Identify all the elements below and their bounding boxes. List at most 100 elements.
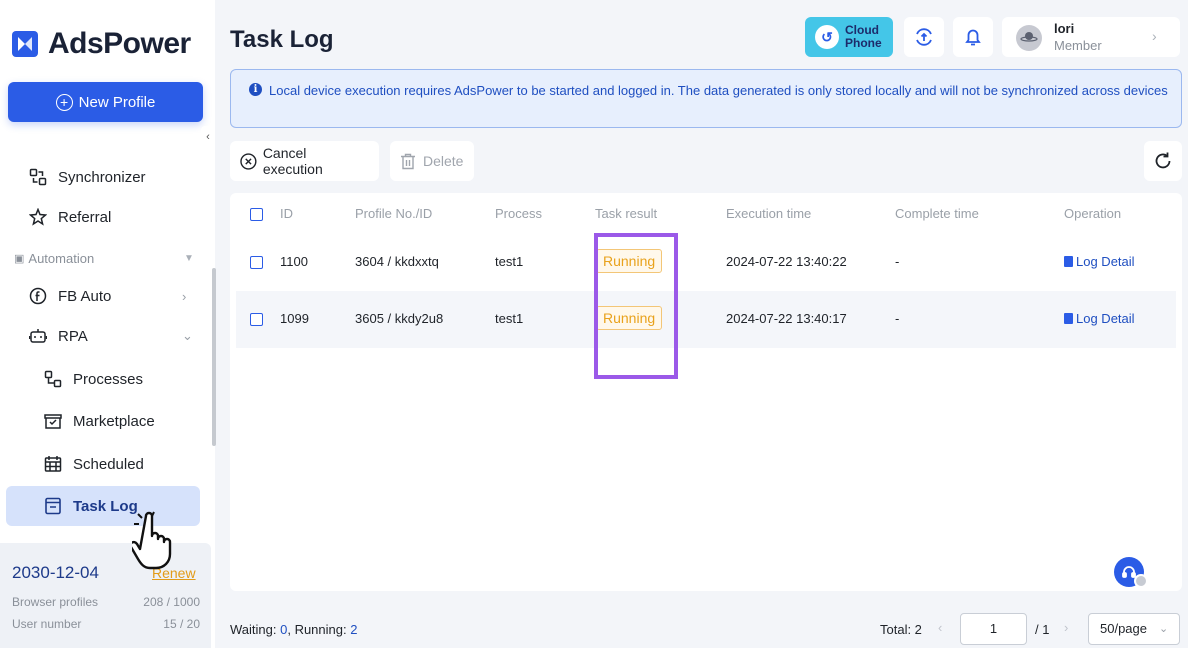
column-header-execution-time[interactable]: Execution time	[726, 206, 811, 221]
adspower-logo-icon	[12, 31, 38, 57]
sidebar-item-referral[interactable]: Referral	[28, 205, 111, 229]
cell-id: 1099	[280, 311, 309, 326]
running-label: , Running:	[287, 622, 347, 637]
pager-prev-button[interactable]: ‹	[938, 620, 942, 635]
row-checkbox[interactable]	[250, 256, 263, 269]
sidebar-item-label: RPA	[58, 327, 88, 345]
cell-profile: 3605 / kkdy2u8	[355, 311, 444, 326]
app-logo[interactable]: AdsPower	[12, 26, 191, 62]
cell-process: test1	[495, 254, 524, 269]
cell-execution-time: 2024-07-22 13:40:17	[726, 311, 847, 326]
cell-execution-time: 2024-07-22 13:40:22	[726, 254, 847, 269]
sidebar-item-label: FB Auto	[58, 287, 112, 305]
cancel-execution-button[interactable]: Cancel execution	[230, 141, 379, 181]
marketplace-icon	[43, 411, 63, 431]
user-menu[interactable]: lori Member ›	[1002, 17, 1180, 57]
pager-total-pages: / 1	[1035, 622, 1050, 637]
collapse-sidebar-button[interactable]: ‹	[201, 126, 215, 148]
sidebar-item-rpa[interactable]: RPA ⌄	[28, 324, 193, 348]
new-profile-label: New Profile	[78, 93, 156, 111]
browser-profiles-label: Browser profiles	[12, 595, 99, 609]
page-number-input[interactable]: 1	[960, 613, 1027, 645]
info-banner: i Local device execution requires AdsPow…	[230, 69, 1182, 128]
chevron-right-icon: ›	[1152, 28, 1157, 44]
column-header-complete-time[interactable]: Complete time	[895, 206, 979, 221]
column-header-operation[interactable]: Operation	[1064, 206, 1121, 221]
chevron-down-icon: ⌄	[182, 328, 193, 343]
sidebar-item-marketplace[interactable]: Marketplace	[43, 409, 155, 433]
sidebar-item-label: Processes	[73, 370, 144, 388]
sidebar-item-label: Task Log	[73, 497, 138, 515]
cell-complete-time: -	[895, 311, 900, 326]
sidebar-item-scheduled[interactable]: Scheduled	[43, 452, 144, 476]
robot-icon	[28, 326, 48, 346]
log-detail-label: Log Detail	[1076, 311, 1135, 326]
waiting-label: Waiting:	[230, 622, 277, 637]
user-number-row: User number 15 / 20	[12, 617, 200, 631]
cell-profile: 3604 / kkdxxtq	[355, 254, 439, 269]
automation-icon: ▣	[14, 253, 25, 265]
column-header-profile[interactable]: Profile No./ID	[355, 206, 432, 221]
close-circle-icon	[240, 152, 257, 170]
pager-next-button[interactable]: ›	[1064, 620, 1068, 635]
sidebar-item-label: Marketplace	[73, 412, 155, 430]
document-icon	[1064, 313, 1073, 324]
page-size-select[interactable]: 50/page ⌄	[1088, 613, 1180, 645]
log-detail-link[interactable]: Log Detail	[1064, 311, 1135, 326]
browser-profiles-row: Browser profiles 208 / 1000	[12, 595, 200, 609]
notifications-button[interactable]	[953, 17, 993, 57]
plus-icon: +	[55, 93, 73, 111]
cell-process: test1	[495, 311, 524, 326]
plan-expiry-date: 2030-12-04	[12, 563, 99, 582]
pager-total: Total: 2	[880, 622, 922, 637]
chevron-down-icon: ⌄	[1159, 623, 1169, 635]
section-automation[interactable]: ▣ Automation ▼	[14, 251, 194, 266]
delete-button[interactable]: Delete	[390, 141, 474, 181]
task-result-highlight	[594, 233, 678, 379]
info-banner-text: Local device execution requires AdsPower…	[269, 83, 1168, 98]
sidebar-scrollbar[interactable]	[212, 268, 216, 446]
sidebar-item-synchronizer[interactable]: Synchronizer	[28, 165, 146, 189]
sidebar-item-processes[interactable]: Processes	[43, 367, 143, 391]
app-name: AdsPower	[48, 27, 191, 60]
facebook-icon	[28, 286, 48, 306]
page-title: Task Log	[230, 26, 334, 53]
cloud-phone-line2: Phone	[845, 36, 882, 50]
new-profile-button[interactable]: + New Profile	[8, 82, 203, 122]
sidebar-item-task-log[interactable]: Task Log	[43, 494, 138, 518]
page-size-value: 50/page	[1100, 621, 1147, 636]
user-number-value: 15 / 20	[163, 617, 200, 631]
cloud-phone-button[interactable]: ↺ Cloud Phone	[805, 17, 893, 57]
chevron-right-icon: ›	[182, 288, 187, 304]
avatar	[1016, 25, 1042, 51]
log-detail-link[interactable]: Log Detail	[1064, 254, 1135, 269]
table-row[interactable]: 1100 3604 / kkdxxtq test1 Running 2024-0…	[236, 234, 1176, 291]
trash-icon	[401, 153, 415, 169]
cancel-execution-label: Cancel execution	[262, 145, 323, 177]
task-table: ID Profile No./ID Process Task result Ex…	[230, 193, 1182, 591]
sidebar-item-fb-auto[interactable]: FB Auto ›	[28, 284, 186, 308]
support-badge-icon	[1134, 574, 1148, 588]
user-number-label: User number	[12, 617, 82, 631]
column-header-task-result[interactable]: Task result	[595, 206, 657, 221]
column-header-process[interactable]: Process	[495, 206, 542, 221]
select-all-checkbox[interactable]	[250, 208, 263, 221]
refresh-button[interactable]	[1144, 141, 1182, 181]
column-header-id[interactable]: ID	[280, 206, 293, 221]
hand-pointer-cursor-icon	[132, 511, 172, 570]
user-name: lori	[1054, 21, 1075, 36]
queue-status: Waiting: 0, Running: 2	[230, 622, 357, 637]
delete-label: Delete	[423, 153, 464, 169]
synchronizer-icon	[28, 167, 48, 187]
sync-update-button[interactable]	[904, 17, 944, 57]
user-role: Member	[1054, 38, 1102, 53]
cell-id: 1100	[280, 254, 308, 269]
processes-icon	[43, 369, 63, 389]
chevron-down-icon: ▼	[184, 253, 194, 264]
document-icon	[1064, 256, 1073, 267]
table-row[interactable]: 1099 3605 / kkdy2u8 test1 Running 2024-0…	[236, 291, 1176, 348]
row-checkbox[interactable]	[250, 313, 263, 326]
running-count: 2	[350, 622, 358, 637]
gift-star-icon	[28, 207, 48, 227]
section-label: Automation	[28, 251, 95, 266]
